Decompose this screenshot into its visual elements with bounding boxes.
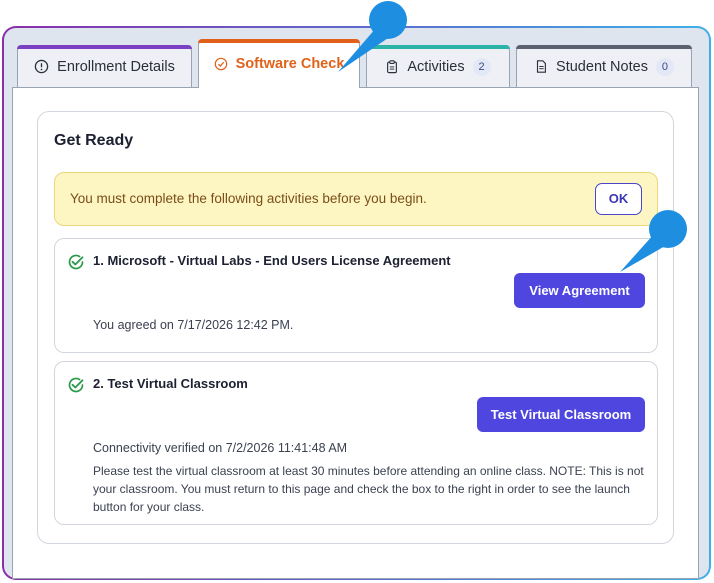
tab-label: Enrollment Details bbox=[57, 58, 175, 75]
view-agreement-button[interactable]: View Agreement bbox=[514, 273, 645, 308]
card-title: Get Ready bbox=[54, 132, 134, 149]
check-circle-icon bbox=[68, 377, 84, 393]
notes-count-badge: 0 bbox=[655, 57, 674, 76]
check-circle-icon bbox=[214, 57, 227, 71]
tab-label: Student Notes bbox=[556, 58, 648, 75]
test-virtual-classroom-button[interactable]: Test Virtual Classroom bbox=[477, 397, 645, 432]
activity-item: 2. Test Virtual Classroom Test Virtual C… bbox=[54, 361, 658, 525]
check-circle-icon bbox=[68, 254, 84, 270]
alert-circle-icon bbox=[34, 59, 49, 74]
tab-student-notes[interactable]: Student Notes 0 bbox=[516, 45, 692, 87]
activity-item: 1. Microsoft - Virtual Labs - End Users … bbox=[54, 238, 658, 353]
agreement-status: You agreed on 7/17/2026 12:42 PM. bbox=[93, 318, 294, 332]
activity-title: 2. Test Virtual Classroom bbox=[93, 376, 248, 391]
pointer-marker bbox=[620, 210, 687, 272]
tab-label: Activities bbox=[407, 58, 465, 75]
get-ready-card: Get Ready You must complete the followin… bbox=[37, 111, 674, 544]
tab-enrollment-details[interactable]: Enrollment Details bbox=[17, 45, 192, 87]
activity-description: Please test the virtual classroom at lea… bbox=[93, 464, 644, 514]
requirements-alert: You must complete the following activiti… bbox=[54, 172, 658, 226]
document-icon bbox=[536, 60, 546, 73]
pointer-marker bbox=[338, 1, 407, 72]
alert-text: You must complete the following activiti… bbox=[70, 191, 427, 206]
connectivity-status: Connectivity verified on 7/2/2026 11:41:… bbox=[93, 441, 348, 455]
activity-title: 1. Microsoft - Virtual Labs - End Users … bbox=[93, 253, 451, 268]
activities-count-badge: 2 bbox=[472, 57, 491, 76]
